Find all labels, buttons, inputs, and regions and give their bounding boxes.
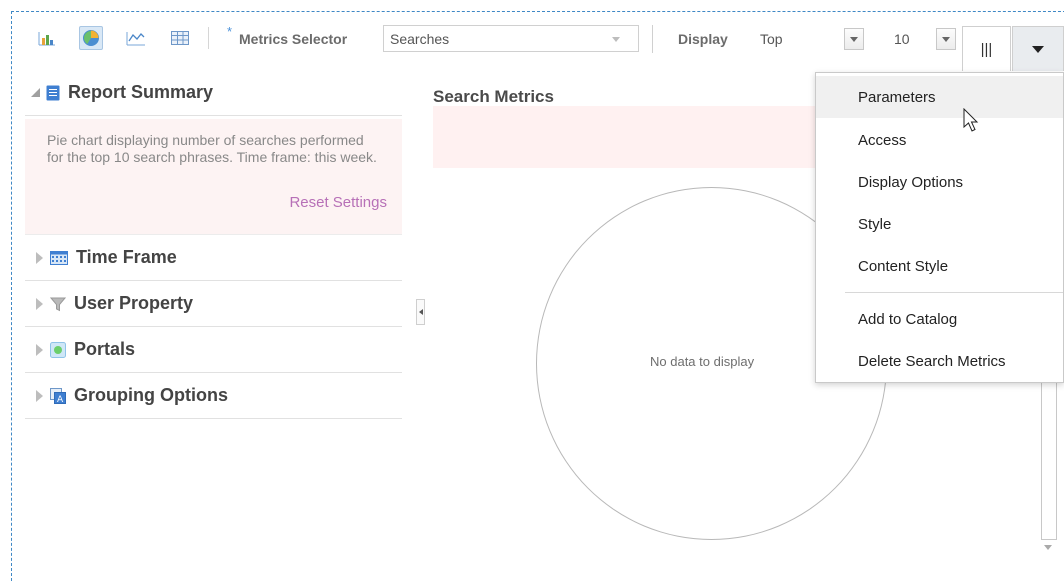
time-frame-title: Time Frame: [76, 247, 177, 267]
chevron-down-icon: [612, 36, 620, 42]
report-summary-text: Pie chart displaying number of searches …: [47, 132, 377, 165]
menu-item-label: Delete Search Metrics: [858, 352, 1006, 370]
display-label: Display: [678, 31, 728, 47]
portals-title: Portals: [74, 339, 136, 359]
pie-chart-button[interactable]: [79, 26, 103, 50]
menu-item-access[interactable]: Access: [816, 119, 1063, 161]
bar-chart-icon: [38, 32, 55, 46]
menu-item-style[interactable]: Style: [816, 203, 1063, 245]
metrics-selector-select[interactable]: Searches: [383, 25, 639, 52]
bar-chart-button[interactable]: [35, 26, 59, 50]
table-button[interactable]: [168, 26, 192, 50]
report-summary-body: Pie chart displaying number of searches …: [25, 119, 402, 235]
menu-item-delete-search-metrics[interactable]: Delete Search Metrics: [816, 340, 1063, 382]
filter-icon: [50, 297, 66, 311]
menu-item-parameters[interactable]: Parameters: [816, 76, 1063, 118]
toolbar-divider: [652, 25, 653, 53]
count-select[interactable]: 10: [884, 25, 962, 52]
menu-item-add-to-catalog[interactable]: Add to Catalog: [816, 298, 1063, 340]
time-frame-header[interactable]: Time Frame: [25, 235, 402, 281]
reset-settings-link[interactable]: Reset Settings: [289, 194, 387, 211]
menu-item-label: Style: [858, 215, 892, 233]
menu-item-label: Content Style: [858, 257, 949, 275]
count-dropdown-button[interactable]: [936, 28, 956, 50]
report-summary-title: Report Summary: [68, 82, 214, 102]
count-value: 10: [894, 31, 910, 47]
menu-item-label: Parameters: [858, 88, 936, 106]
collapsed-arrow-icon: [36, 343, 43, 356]
display-dropdown-button[interactable]: [844, 28, 864, 50]
display-value: Top: [760, 31, 783, 47]
columns-button[interactable]: |||: [962, 26, 1011, 71]
chart-title: Search Metrics: [433, 87, 554, 106]
portals-header[interactable]: Portals: [25, 327, 402, 373]
vertical-scrollbar[interactable]: [1041, 380, 1057, 570]
actions-menu-button[interactable]: [1012, 26, 1064, 71]
collapsed-arrow-icon: [36, 251, 43, 264]
menu-item-display-options[interactable]: Display Options: [816, 161, 1063, 203]
grouping-options-title: Grouping Options: [74, 385, 228, 405]
metrics-selector-value: Searches: [390, 31, 450, 47]
grouping-icon: A: [50, 387, 66, 404]
display-select[interactable]: Top: [752, 25, 868, 52]
menu-divider: [845, 292, 1063, 293]
toolbar-divider: [208, 27, 209, 49]
user-property-title: User Property: [74, 293, 194, 313]
menu-item-label: Add to Catalog: [858, 310, 958, 328]
report-summary-header[interactable]: Report Summary: [25, 70, 402, 116]
portal-icon: [50, 341, 66, 358]
grouping-options-header[interactable]: A Grouping Options: [25, 373, 402, 419]
scroll-down-icon[interactable]: [1044, 545, 1052, 550]
document-icon: [46, 85, 60, 100]
calendar-icon: [50, 250, 68, 265]
metrics-selector-label: Metrics Selector: [239, 31, 348, 47]
user-property-header[interactable]: User Property: [25, 281, 402, 327]
collapsed-arrow-icon: [36, 297, 43, 310]
columns-icon: |||: [980, 40, 993, 58]
mouse-pointer-icon: [963, 108, 979, 132]
collapsed-arrow-icon: [36, 389, 43, 402]
expanded-arrow-icon: [31, 88, 40, 97]
collapse-panel-handle[interactable]: [416, 299, 425, 325]
line-chart-icon: [126, 32, 145, 46]
table-icon: [171, 31, 189, 45]
scrollbar-track[interactable]: [1041, 380, 1057, 540]
chart-header-band: [433, 106, 823, 168]
menu-item-content-style[interactable]: Content Style: [816, 245, 1063, 287]
actions-menu: Parameters Access Display Options Style …: [815, 72, 1064, 383]
pie-chart-icon: [83, 30, 99, 46]
caret-down-icon: [1032, 45, 1044, 53]
svg-text:A: A: [57, 395, 64, 404]
chevron-left-icon: [418, 309, 423, 315]
menu-item-label: Access: [858, 131, 907, 149]
line-chart-button[interactable]: [124, 26, 148, 50]
menu-item-label: Display Options: [858, 173, 964, 191]
chevron-down-icon: [850, 36, 858, 42]
metrics-selector-dropdown-button[interactable]: [606, 28, 626, 50]
no-data-message: No data to display: [650, 354, 755, 369]
chevron-down-icon: [942, 36, 950, 42]
required-marker: *: [227, 24, 233, 39]
